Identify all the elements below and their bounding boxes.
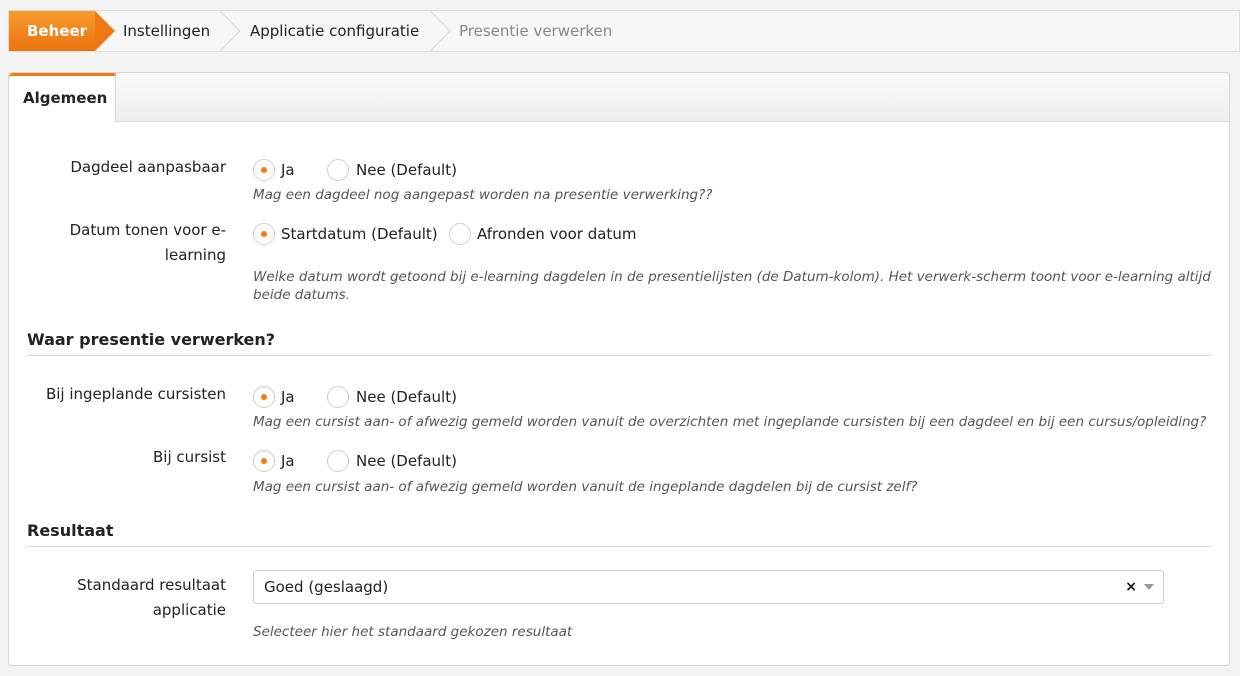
ingeplande-ja-radio[interactable] [253,386,275,408]
ingeplande-help: Mag een cursist aan- of afwezig gemeld w… [253,414,1207,430]
cursist-nee-label[interactable]: Nee (Default) [356,450,457,472]
cursist-ja-radio[interactable] [253,450,275,472]
datum-label: Datum tonen voor e-learning [69,221,226,264]
datum-afronden-label[interactable]: Afronden voor datum [477,223,636,245]
dagdeel-help: Mag een dagdeel nog aangepast worden na … [253,187,713,203]
datum-startdatum-label[interactable]: Startdatum (Default) [281,223,438,245]
dagdeel-ja-radio[interactable] [253,159,275,181]
breadcrumb-applicatie-configuratie[interactable]: Applicatie configuratie [250,11,419,51]
chevron-right-icon [220,11,241,51]
tab-algemeen[interactable]: Algemeen [9,73,116,122]
dagdeel-ja-label[interactable]: Ja [281,159,295,181]
ingeplande-nee-radio[interactable] [327,386,349,408]
ingeplande-ja-label[interactable]: Ja [281,386,295,408]
breadcrumb-instellingen[interactable]: Instellingen [123,11,210,51]
ingeplande-label: Bij ingeplande cursisten [45,385,226,403]
resultaat-label: Standaard resultaat applicatie [77,576,226,619]
resultaat-select[interactable]: Goed (geslaagd) × [253,570,1164,604]
cursist-nee-radio[interactable] [327,450,349,472]
ingeplande-nee-label[interactable]: Nee (Default) [356,386,457,408]
chevron-right-icon [430,11,451,51]
dagdeel-label: Dagdeel aanpasbaar [70,158,226,176]
datum-afronden-radio[interactable] [449,223,471,245]
dagdeel-nee-label[interactable]: Nee (Default) [356,159,457,181]
breadcrumb-presentie-verwerken: Presentie verwerken [459,22,613,40]
cursist-label: Bij cursist [153,448,226,466]
cursist-ja-label[interactable]: Ja [281,450,295,472]
datum-help: Welke datum wordt getoond bij e-learning… [253,269,1211,303]
resultaat-selected-value: Goed (geslaagd) [264,578,389,596]
chevron-down-icon[interactable] [1144,584,1154,590]
datum-startdatum-radio[interactable] [253,223,275,245]
section-resultaat: Resultaat [27,518,1212,547]
dagdeel-nee-radio[interactable] [327,159,349,181]
tab-bar: Algemeen [9,73,1229,122]
settings-panel: Algemeen Dagdeel aanpasbaar Ja Nee (Defa… [8,72,1230,666]
resultaat-help: Selecteer hier het standaard gekozen res… [253,624,573,640]
cursist-help: Mag een cursist aan- of afwezig gemeld w… [253,479,918,495]
breadcrumb-beheer[interactable]: Beheer [9,11,115,51]
breadcrumb: Beheer Instellingen Applicatie configura… [8,10,1240,52]
clear-icon[interactable]: × [1125,571,1137,603]
section-waar-presentie: Waar presentie verwerken? [27,327,1212,356]
